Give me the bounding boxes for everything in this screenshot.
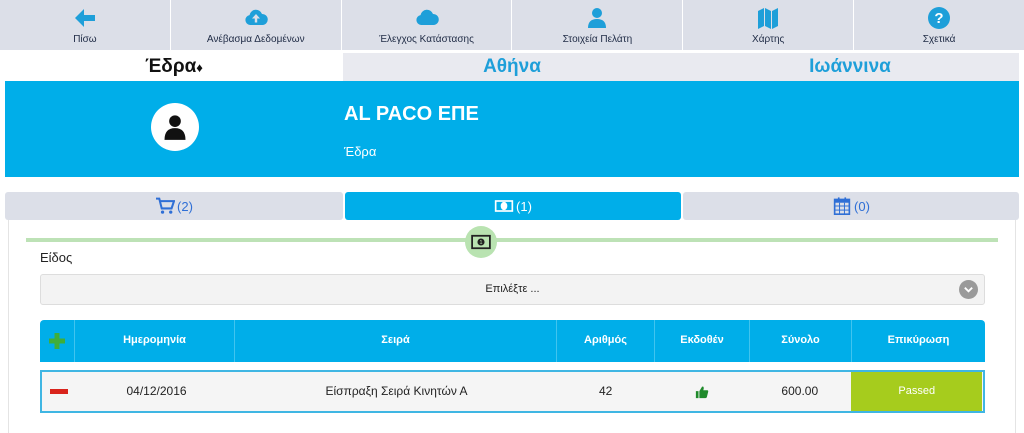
col-date: Ημερομηνία [75,320,235,362]
cart-icon [156,197,176,214]
money-icon: 1 [471,234,491,250]
map-icon [758,8,779,29]
money-badge: 1 [465,226,497,258]
col-issued: Εκδοθέν [655,320,750,362]
cell-issued [654,372,749,411]
about-label: Σχετικά [922,34,956,45]
upload-data-label: Ανέβασμα Δεδομένων [206,34,305,45]
add-row-button[interactable] [40,320,75,362]
tab-edra[interactable]: Έδρα♦ [5,53,343,81]
tab-ioannina[interactable]: Ιωάννινα [681,53,1019,81]
tab-calendar-count: (0) [854,198,870,214]
money-icon [494,200,514,212]
divider-line [26,238,998,242]
tab-ioannina-label: Ιωάννινα [809,56,891,77]
cell-date: 04/12/2016 [126,384,187,398]
client-name: AL PACO ΕΠΕ [344,103,479,125]
question-icon: ? [928,7,951,29]
map-button[interactable]: Χάρτης [683,0,855,50]
tab-payments-count: (1) [516,198,532,214]
table-row[interactable]: 04/12/2016 Είσπραξη Σειρά Κινητών Α 42 6… [40,370,985,413]
tab-orders[interactable]: (2) [5,192,343,220]
cell-number: 42 [598,384,613,398]
back-label: Πίσω [73,34,97,45]
col-series: Σειρά [235,320,557,362]
user-icon [164,115,186,140]
top-toolbar: Πίσω Ανέβασμα Δεδομένων Έλεγχος Κατάστασ… [0,0,1024,50]
item-select[interactable]: Επιλέξτε ... [40,274,985,305]
tab-athens-label: Αθήνα [483,56,541,77]
cloud-icon [415,9,439,25]
branch-tabs: Έδρα♦ Αθήνα Ιωάννινα [5,53,1019,81]
tab-athens[interactable]: Αθήνα [343,53,681,81]
tab-edra-label: Έδρα [145,56,197,77]
status-badge: Passed [851,372,983,411]
about-button[interactable]: ? Σχετικά [854,0,1024,50]
section-tabs: (2) (1) (0) [5,192,1019,220]
client-branch: Έδρα [344,144,377,159]
status-check-label: Έλεγχος Κατάστασης [379,34,474,45]
item-label: Είδος [40,250,73,265]
back-button[interactable]: Πίσω [0,0,171,50]
col-total: Σύνολο [750,320,852,362]
remove-row-button[interactable] [42,372,77,411]
client-banner: AL PACO ΕΠΕ Έδρα [5,81,1019,177]
cloud-upload-icon [245,9,268,25]
minus-icon [50,388,69,394]
map-label: Χάρτης [752,34,785,45]
client-details-button[interactable]: Στοιχεία Πελάτη [512,0,684,50]
col-validation: Επικύρωση [887,334,950,346]
tab-orders-count: (2) [177,198,193,214]
chevron-down-icon[interactable] [959,280,978,299]
tab-payments[interactable]: (1) [345,192,681,220]
table-header: Ημερομηνία Σειρά Αριθμός Εκδοθέν Σύνολο … [40,320,985,362]
status-check-button[interactable]: Έλεγχος Κατάστασης [341,0,513,50]
item-select-value: Επιλέξτε ... [485,283,540,295]
cell-validation: Passed [851,372,983,411]
svg-text:?: ? [934,10,943,27]
arrow-left-icon [74,9,95,27]
upload-data-button[interactable]: Ανέβασμα Δεδομένων [170,0,342,50]
tab-calendar[interactable]: (0) [683,192,1019,220]
payments-table: Ημερομηνία Σειρά Αριθμός Εκδοθέν Σύνολο … [40,320,985,413]
tag-icon: ♦ [196,60,203,75]
col-number: Αριθμός [557,320,655,362]
avatar [151,103,199,151]
calendar-icon [833,197,851,215]
svg-text:1: 1 [480,240,483,246]
cell-series: Είσπραξη Σειρά Κινητών Α [325,384,468,398]
thumbs-up-icon [695,386,708,398]
user-icon [588,8,607,28]
client-details-label: Στοιχεία Πελάτη [562,34,633,45]
cell-total: 600.00 [781,384,819,398]
plus-icon [49,333,65,349]
